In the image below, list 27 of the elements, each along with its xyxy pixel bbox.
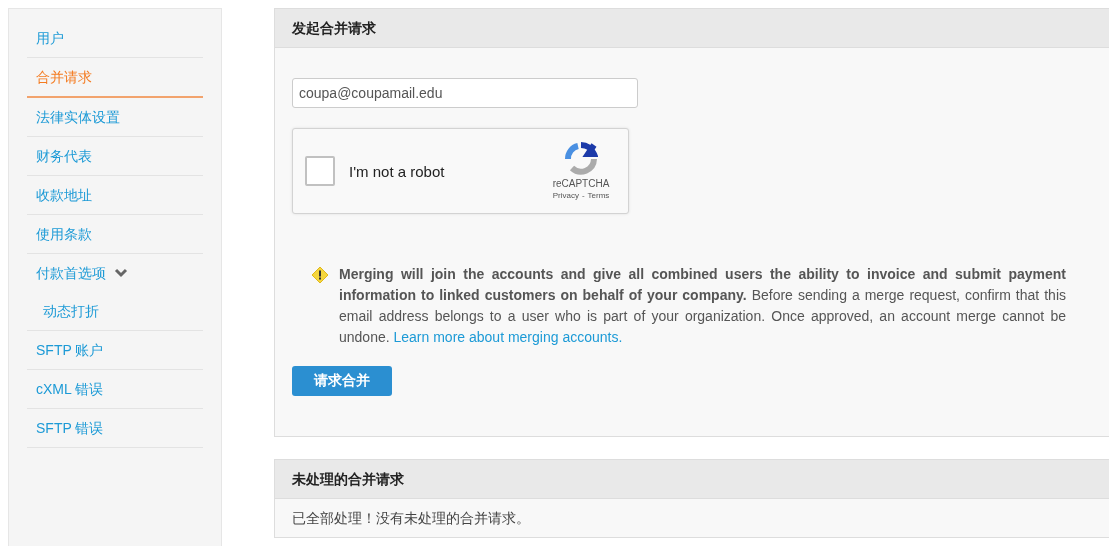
empty-message: 已全部处理！没有未处理的合并请求。 [291,509,531,528]
learn-more-link[interactable]: Learn more about merging accounts. [393,329,623,345]
captcha-logo-icon [564,142,598,176]
sidebar-item[interactable]: SFTP 账户 [27,331,203,370]
separator: - [581,191,585,200]
warning-icon [311,266,329,284]
captcha-label: I'm not a robot [349,162,446,180]
terms-link[interactable]: Terms [587,191,610,200]
request-merge-button[interactable]: 请求合并 [292,366,392,396]
sidebar-item[interactable]: cXML 错误 [27,370,203,409]
sidebar-item[interactable]: 动态打折 [27,292,203,331]
sidebar-item[interactable]: 合并请求 [27,58,203,98]
email-field[interactable]: coupa@coupamail.edu [292,78,638,108]
sidebar-item[interactable]: 使用条款 [27,215,203,254]
sidebar-item[interactable]: 财务代表 [27,137,203,176]
sidebar-item[interactable]: 付款首选项 [27,254,203,292]
privacy-link[interactable]: Privacy [552,191,579,200]
panel-title: 发起合并请求 [275,9,1109,48]
sidebar-item[interactable]: SFTP 错误 [27,409,203,448]
sidebar-item[interactable]: 收款地址 [27,176,203,215]
notice-text: Merging will join the accounts and give all combined users the ability to invoice and submit payment information to linked customers on behalf of your company. Before sending a merge request, confirm that this email address belongs to a user who is part of your organization. Once approved, an account merge cannot be undone. Learn more about merging accounts. [339,265,1066,347]
sidebar-item[interactable]: 用户 [27,19,203,58]
captcha-checkbox[interactable] [305,156,335,186]
sidebar-item[interactable]: 法律实体设置 [27,98,203,137]
chevron-icon [114,268,128,278]
panel-title: 未处理的合并请求 [275,460,1109,499]
captcha-brand: reCAPTCHA [552,178,610,189]
